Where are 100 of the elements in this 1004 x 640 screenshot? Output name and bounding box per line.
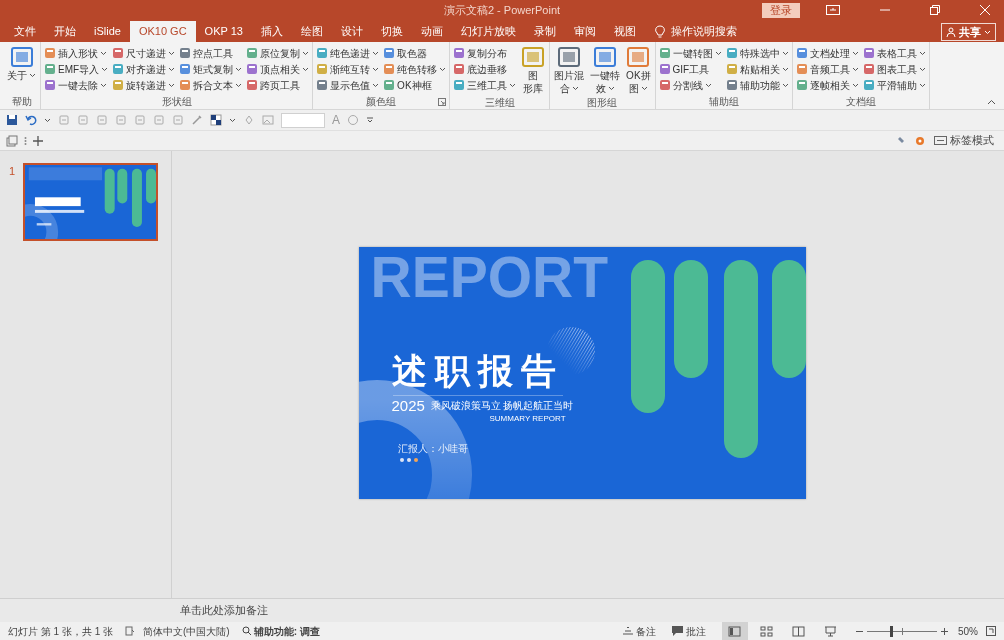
ribbon-tab[interactable]: 设计 bbox=[331, 21, 372, 42]
caret-icon bbox=[302, 50, 310, 56]
image-icon[interactable] bbox=[262, 114, 274, 126]
ribbon-tab[interactable]: OKP 13 bbox=[195, 21, 252, 42]
tool-icon bbox=[383, 47, 396, 59]
caret-icon bbox=[781, 50, 789, 56]
ribbon-button[interactable]: 对齐递进 bbox=[112, 61, 176, 77]
tell-me-search[interactable]: 操作说明搜索 bbox=[670, 23, 737, 40]
ribbon-button[interactable]: 表格工具 bbox=[862, 45, 926, 61]
ribbon-button[interactable]: 渐纯互转 bbox=[316, 61, 380, 77]
ribbon-button[interactable]: 图表工具 bbox=[862, 61, 926, 77]
ribbon-button[interactable]: 复制分布 bbox=[453, 45, 517, 61]
ribbon-button[interactable]: 平滑辅助 bbox=[862, 77, 926, 93]
ribbon-tab[interactable]: 插入 bbox=[251, 21, 292, 42]
ribbon-button[interactable]: 纯色递进 bbox=[316, 45, 380, 61]
view-button[interactable] bbox=[722, 622, 748, 640]
ribbon-tab[interactable]: 录制 bbox=[524, 21, 565, 42]
login-button[interactable]: 登录 bbox=[762, 2, 800, 18]
ribbon-button[interactable]: 分割线 bbox=[658, 77, 722, 93]
zoom-slider[interactable] bbox=[867, 625, 937, 637]
ribbon-tab[interactable]: 幻灯片放映 bbox=[451, 21, 525, 42]
fill-bucket-icon[interactable] bbox=[243, 114, 255, 126]
notes-icon bbox=[623, 627, 633, 635]
ribbon-button[interactable]: OK神框 bbox=[383, 77, 447, 93]
ribbon-button[interactable]: 底边垂移 bbox=[453, 61, 517, 77]
language-button[interactable]: 简体中文(中国大陆) bbox=[143, 623, 230, 639]
ribbon-button[interactable]: 特殊选中 bbox=[725, 45, 789, 61]
ribbon-button[interactable]: 旋转递进 bbox=[112, 77, 176, 93]
tool-icon bbox=[112, 47, 125, 59]
ribbon-button[interactable]: 粘贴相关 bbox=[725, 61, 789, 77]
mode-button[interactable]: 标签模式 bbox=[934, 132, 994, 149]
comments-button[interactable]: 批注 bbox=[672, 623, 706, 639]
zoom-thumb[interactable] bbox=[890, 625, 894, 637]
eyedropper-icon[interactable] bbox=[191, 114, 203, 126]
slide-thumbnail[interactable] bbox=[23, 163, 158, 241]
fit-slide-icon[interactable] bbox=[986, 626, 996, 636]
ribbon-tab[interactable]: 审阅 bbox=[564, 21, 605, 42]
caret-icon bbox=[100, 82, 107, 88]
more-icon[interactable] bbox=[24, 135, 27, 146]
undo-icon[interactable] bbox=[25, 114, 37, 126]
ribbon-button[interactable]: OK拼 图 bbox=[625, 45, 652, 95]
ribbon-tab[interactable]: iSlide bbox=[85, 21, 130, 42]
ribbon-display-icon[interactable] bbox=[826, 5, 840, 15]
notes-placeholder[interactable]: 单击此处添加备注 bbox=[180, 602, 268, 619]
ribbon-button[interactable]: 取色器 bbox=[383, 45, 447, 61]
close-icon[interactable] bbox=[980, 5, 990, 15]
ribbon-button[interactable]: 逐帧相关 bbox=[795, 77, 859, 93]
ribbon-button[interactable]: 一键特 效 bbox=[589, 45, 622, 95]
ribbon-button[interactable]: 控点工具 bbox=[179, 45, 243, 61]
circle-icon[interactable] bbox=[347, 114, 359, 126]
ribbon-button[interactable]: GIF工具 bbox=[658, 61, 722, 77]
ribbon-button[interactable]: 图片混 合 bbox=[553, 45, 586, 95]
share-button[interactable]: 共享 bbox=[941, 23, 996, 41]
plus-icon[interactable] bbox=[33, 135, 43, 146]
ribbon-button[interactable]: 跨页工具 bbox=[246, 77, 310, 93]
tool-icon bbox=[44, 79, 56, 91]
collapse-ribbon-icon[interactable] bbox=[987, 99, 996, 105]
reading-view-icon bbox=[792, 625, 806, 637]
notes-button[interactable]: 备注 bbox=[623, 623, 656, 639]
ribbon-button[interactable]: 音频工具 bbox=[795, 61, 859, 77]
zoom-in-icon[interactable] bbox=[941, 627, 948, 635]
ribbon-tab[interactable]: 动画 bbox=[411, 21, 452, 42]
ribbon-button[interactable]: 文档处理 bbox=[795, 45, 859, 61]
tool-icon bbox=[179, 79, 192, 91]
caret-icon bbox=[571, 86, 579, 91]
ribbon-button[interactable]: 显示色值 bbox=[316, 77, 380, 93]
ribbon-button[interactable]: 尺寸递进 bbox=[112, 45, 176, 61]
dialog-launcher-icon[interactable] bbox=[438, 98, 447, 106]
tool-icon bbox=[383, 63, 396, 75]
save-icon[interactable] bbox=[6, 114, 18, 126]
ribbon-button[interactable]: 三维工具 bbox=[453, 77, 517, 93]
ribbon-tab[interactable]: 文件 bbox=[5, 21, 45, 42]
ribbon-button[interactable]: 纯色转移 bbox=[383, 61, 447, 77]
ribbon-button[interactable]: 关于 bbox=[6, 45, 37, 94]
settings-icon[interactable] bbox=[914, 134, 926, 147]
ribbon-tab[interactable]: 切换 bbox=[371, 21, 412, 42]
ribbon-button[interactable]: 辅助功能 bbox=[725, 77, 789, 93]
ribbon-tab[interactable]: OK10 GC bbox=[129, 21, 196, 42]
ribbon-button[interactable]: 原位复制 bbox=[246, 45, 310, 61]
ribbon-tab[interactable]: 绘图 bbox=[291, 21, 332, 42]
caret-icon bbox=[101, 66, 109, 72]
customize-toolbar-icon[interactable] bbox=[366, 117, 374, 123]
ribbon-button[interactable]: 拆合文本 bbox=[179, 77, 243, 93]
color-fill-icon[interactable] bbox=[210, 114, 222, 126]
tool-icon bbox=[795, 63, 808, 75]
ribbon-button[interactable]: 顶点相关 bbox=[246, 61, 310, 77]
ribbon-button[interactable]: 矩式复制 bbox=[179, 61, 243, 77]
ribbon-tab[interactable]: 开始 bbox=[45, 21, 85, 42]
accessibility-button[interactable]: 辅助功能: 调查 bbox=[241, 623, 320, 639]
ribbon-tab[interactable]: 视图 bbox=[604, 21, 645, 42]
tag-icon bbox=[934, 136, 947, 145]
ribbon-button[interactable]: EMF导入 bbox=[44, 61, 109, 77]
slides-icon[interactable] bbox=[6, 134, 18, 147]
ribbon-button[interactable]: 一键转图 bbox=[658, 45, 722, 61]
ribbon-button[interactable]: 插入形状 bbox=[44, 45, 109, 61]
ribbon-button[interactable]: 一键去除 bbox=[44, 77, 109, 93]
ribbon-button[interactable]: 图 形库 bbox=[520, 45, 547, 95]
font-size-field[interactable] bbox=[281, 112, 325, 128]
restore-icon[interactable] bbox=[930, 5, 940, 15]
zoom-level[interactable]: 50% bbox=[958, 623, 978, 639]
